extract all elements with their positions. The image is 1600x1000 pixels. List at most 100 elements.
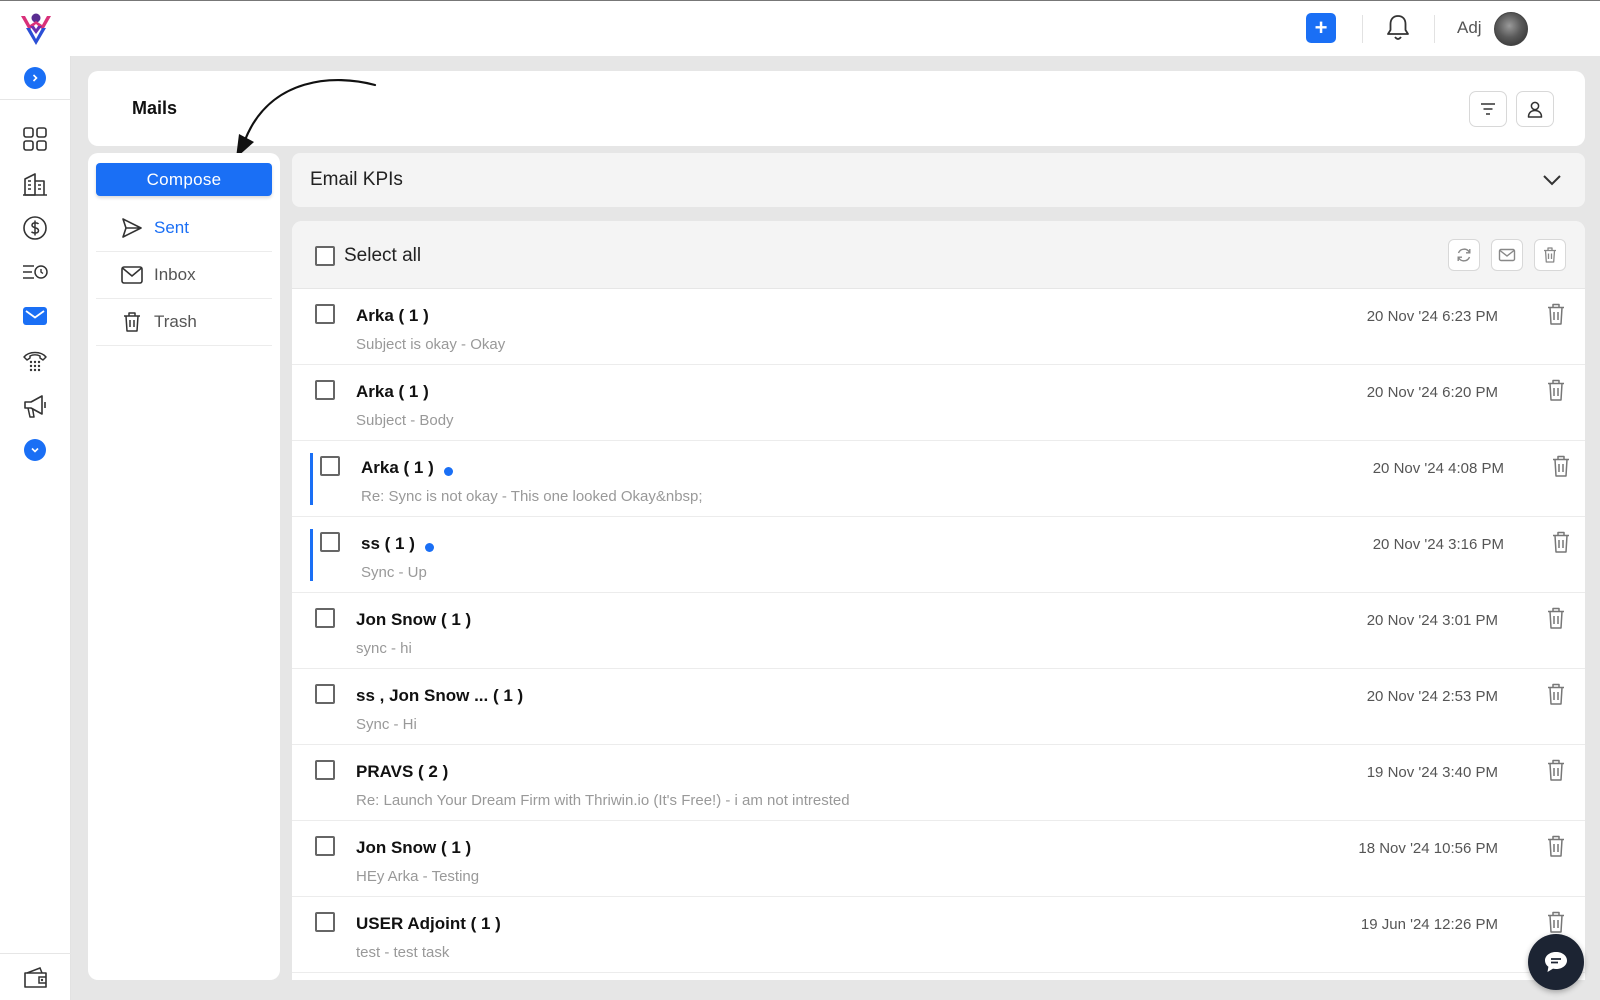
nav-item-trash[interactable]: Trash (96, 299, 272, 346)
unread-dot (424, 542, 434, 552)
mail-row[interactable]: USER Adjoint ( 1 ) test - test task 19 Jun… (292, 897, 1585, 973)
trash-icon[interactable] (1545, 682, 1567, 706)
nav-item-label: Trash (154, 312, 197, 331)
chevron-down-icon (1543, 175, 1561, 186)
filter-button[interactable] (1469, 91, 1507, 127)
mail-snippet: Sync - Up (361, 564, 427, 581)
sender-label: PRAVS ( 2 ) (356, 762, 449, 781)
sender-label: Arka ( 1 ) (361, 458, 434, 477)
mail-date: 20 Nov '24 6:20 PM (1366, 384, 1498, 401)
user-icon (1527, 101, 1543, 118)
nav-item-sent[interactable]: Sent (96, 205, 272, 252)
trash-icon[interactable] (1545, 302, 1567, 326)
create-button[interactable]: + (1306, 13, 1336, 43)
page-header: Mails (88, 71, 1585, 146)
mail-check-icon (1498, 248, 1516, 262)
mail-row[interactable]: ss , Jon Snow ... ( 1 ) Sync - Hi 20 Nov '… (292, 669, 1585, 745)
row-checkbox[interactable] (315, 380, 335, 400)
trash-icon[interactable] (1545, 910, 1567, 934)
mail-date: 19 Nov '24 3:40 PM (1366, 764, 1498, 781)
row-checkbox[interactable] (315, 304, 335, 324)
mail-snippet: test - test task (356, 944, 450, 961)
mail-icon[interactable] (22, 303, 48, 329)
nav-item-inbox[interactable]: Inbox (96, 252, 272, 299)
trash-icon[interactable] (1545, 378, 1567, 402)
sender-label: Arka ( 1 ) (356, 382, 429, 401)
row-checkbox[interactable] (315, 912, 335, 932)
trash-icon[interactable] (1545, 758, 1567, 782)
filter-icon (1481, 103, 1495, 115)
mail-row[interactable]: Arka ( 1 ) Subject is okay - Okay 20 Nov '… (292, 289, 1585, 365)
mail-date: 20 Nov '24 6:23 PM (1366, 308, 1498, 325)
divider (1362, 15, 1363, 43)
row-checkbox[interactable] (320, 456, 340, 476)
row-checkbox[interactable] (315, 836, 335, 856)
sender-name: USER Adjoint ( 1 ) (356, 914, 501, 934)
mail-row[interactable]: PRAVS ( 2 ) Re: Launch Your Dream Firm wi… (292, 745, 1585, 821)
building-icon[interactable] (22, 171, 48, 197)
dashboard-icon[interactable] (22, 126, 48, 152)
left-rail (0, 56, 71, 1000)
sender-name: Jon Snow ( 1 ) (356, 838, 471, 858)
sender-label: Arka ( 1 ) (356, 306, 429, 325)
bell-icon[interactable] (1385, 13, 1411, 43)
select-all-label[interactable]: Select all (344, 245, 421, 267)
mail-row[interactable]: Arka ( 1 ) Subject - Body 20 Nov '24 6:20 … (292, 365, 1585, 441)
sender-name: ss ( 1 ) (361, 534, 434, 554)
mail-row[interactable]: Arka ( 1 ) Re: Sync is not okay - This on… (292, 441, 1585, 517)
compose-button[interactable]: Compose (96, 163, 272, 196)
unread-indicator-bar (310, 529, 313, 581)
mark-read-button[interactable] (1491, 239, 1523, 271)
mail-snippet: sync - hi (356, 640, 412, 657)
chevron-right-icon (32, 74, 38, 82)
divider (0, 99, 71, 100)
trash-icon (124, 312, 140, 332)
mail-folders-panel: Compose Sent Inbox Trash (88, 153, 280, 980)
mail-row[interactable]: Jon Snow ( 1 ) sync - hi 20 Nov '24 3:01 P… (292, 593, 1585, 669)
avatar[interactable] (1494, 12, 1528, 46)
unread-indicator-bar (310, 453, 313, 505)
history-list-icon[interactable] (22, 259, 48, 285)
mail-row[interactable]: Jon Snow ( 1 ) HEy Arka - Testing 18 Nov '… (292, 821, 1585, 897)
sender-label: ss , Jon Snow ... ( 1 ) (356, 686, 524, 705)
mail-snippet: Subject - Body (356, 412, 454, 429)
row-checkbox[interactable] (315, 760, 335, 780)
mail-date: 18 Nov '24 10:56 PM (1358, 840, 1498, 857)
delete-selected-button[interactable] (1534, 239, 1566, 271)
wallet-icon[interactable] (22, 965, 50, 991)
more-apps-button[interactable] (24, 439, 46, 461)
sender-name: PRAVS ( 2 ) (356, 762, 448, 782)
account-filter-button[interactable] (1516, 91, 1554, 127)
phone-dialer-icon[interactable] (22, 348, 48, 374)
row-checkbox[interactable] (315, 684, 335, 704)
user-name[interactable]: Adj (1457, 18, 1482, 38)
divider (0, 953, 71, 954)
email-kpis-accordion[interactable]: Email KPIs (292, 153, 1585, 207)
mail-row[interactable]: ss ( 1 ) Sync - Up 20 Nov '24 3:16 PM (292, 517, 1585, 593)
divider (1434, 15, 1435, 43)
chat-support-button[interactable] (1528, 934, 1584, 990)
row-checkbox[interactable] (315, 608, 335, 628)
mail-date: 20 Nov '24 3:01 PM (1366, 612, 1498, 629)
refresh-button[interactable] (1448, 239, 1480, 271)
dollar-icon[interactable] (22, 215, 48, 241)
app-logo[interactable] (18, 12, 54, 46)
page-title: Mails (132, 98, 178, 118)
sender-label: Jon Snow ( 1 ) (356, 610, 472, 629)
mail-date: 20 Nov '24 3:16 PM (1372, 536, 1504, 553)
trash-icon[interactable] (1550, 454, 1572, 478)
mail-snippet: Subject is okay - Okay (356, 336, 506, 353)
trash-icon[interactable] (1545, 834, 1567, 858)
mail-date: 20 Nov '24 4:08 PM (1372, 460, 1504, 477)
mail-list-toolbar: Select all (292, 221, 1585, 289)
megaphone-icon[interactable] (22, 393, 48, 419)
row-checkbox[interactable] (320, 532, 340, 552)
trash-icon[interactable] (1550, 530, 1572, 554)
sender-label: ss ( 1 ) (361, 534, 415, 553)
sender-name: Arka ( 1 ) (361, 458, 453, 478)
trash-icon[interactable] (1545, 606, 1567, 630)
sender-name: ss , Jon Snow ... ( 1 ) (356, 686, 523, 706)
select-all-checkbox[interactable] (315, 246, 335, 266)
refresh-icon (1457, 248, 1471, 262)
expand-sidebar-button[interactable] (24, 67, 46, 89)
